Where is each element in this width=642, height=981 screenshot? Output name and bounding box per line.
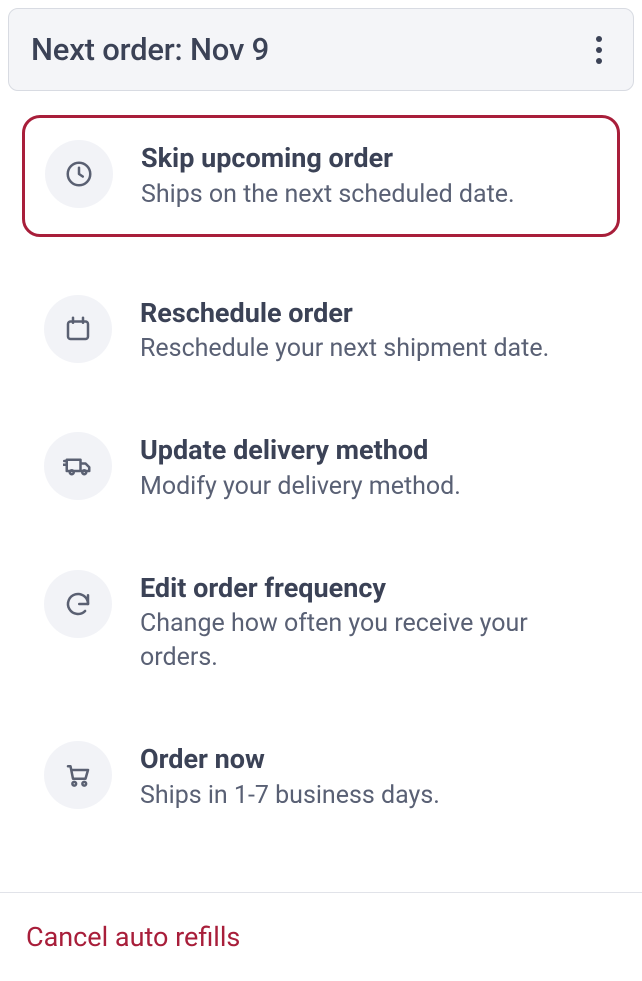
next-order-title: Next order: Nov 9 bbox=[31, 31, 269, 68]
option-title: Order now bbox=[140, 743, 440, 777]
option-text: Edit order frequency Change how often yo… bbox=[140, 570, 598, 675]
option-desc: Ships on the next scheduled date. bbox=[141, 178, 515, 212]
option-reschedule-order[interactable]: Reschedule order Reschedule your next sh… bbox=[22, 271, 620, 391]
option-title: Reschedule order bbox=[140, 297, 549, 331]
order-options-list: Skip upcoming order Ships on the next sc… bbox=[0, 91, 642, 884]
kebab-dot-icon bbox=[596, 47, 602, 53]
option-title: Skip upcoming order bbox=[141, 142, 515, 176]
option-desc: Reschedule your next shipment date. bbox=[140, 332, 549, 366]
clock-icon bbox=[45, 140, 113, 208]
option-desc: Modify your delivery method. bbox=[140, 470, 461, 504]
option-text: Update delivery method Modify your deliv… bbox=[140, 432, 461, 504]
more-menu-button[interactable] bbox=[585, 32, 613, 68]
cancel-auto-refills-link[interactable]: Cancel auto refills bbox=[0, 893, 642, 981]
subscription-order-panel: Next order: Nov 9 Skip upcoming order Sh… bbox=[0, 8, 642, 914]
option-text: Reschedule order Reschedule your next sh… bbox=[140, 295, 549, 367]
next-order-header: Next order: Nov 9 bbox=[8, 8, 634, 91]
refresh-icon bbox=[44, 570, 112, 638]
option-text: Order now Ships in 1-7 business days. bbox=[140, 741, 440, 813]
option-order-now[interactable]: Order now Ships in 1-7 business days. bbox=[22, 717, 620, 837]
kebab-dot-icon bbox=[596, 36, 602, 42]
calendar-icon bbox=[44, 295, 112, 363]
option-desc: Change how often you receive your orders… bbox=[140, 607, 598, 675]
option-skip-upcoming-order[interactable]: Skip upcoming order Ships on the next sc… bbox=[22, 115, 620, 237]
cart-icon bbox=[44, 741, 112, 809]
option-desc: Ships in 1-7 business days. bbox=[140, 779, 440, 813]
option-update-delivery-method[interactable]: Update delivery method Modify your deliv… bbox=[22, 408, 620, 528]
truck-icon bbox=[44, 432, 112, 500]
option-title: Update delivery method bbox=[140, 434, 461, 468]
option-text: Skip upcoming order Ships on the next sc… bbox=[141, 140, 515, 212]
option-edit-order-frequency[interactable]: Edit order frequency Change how often yo… bbox=[22, 546, 620, 699]
kebab-dot-icon bbox=[596, 58, 602, 64]
option-title: Edit order frequency bbox=[140, 572, 598, 606]
